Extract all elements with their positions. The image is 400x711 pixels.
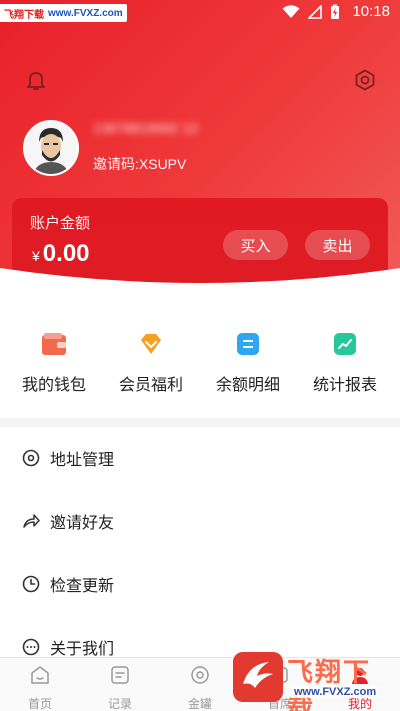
tab-home[interactable]: 首页 bbox=[0, 664, 80, 711]
avatar-image bbox=[25, 122, 77, 174]
watermark-url: www.FVXZ.com bbox=[48, 7, 123, 19]
feature-label: 我的钱包 bbox=[21, 377, 86, 394]
detail-icon bbox=[237, 333, 259, 355]
watermark-brand: 飞翔下载 bbox=[4, 9, 44, 21]
share-icon bbox=[23, 514, 40, 528]
tab-label: 金罐 bbox=[187, 697, 212, 711]
tab-jar[interactable]: 金罐 bbox=[160, 664, 240, 711]
tab-label: 记录 bbox=[107, 697, 132, 711]
battery-icon bbox=[331, 4, 340, 19]
feature-balance-detail[interactable]: 余额明细 bbox=[208, 330, 288, 395]
location-icon bbox=[22, 449, 40, 467]
feature-label: 统计报表 bbox=[312, 377, 377, 394]
feature-label: 余额明细 bbox=[215, 377, 280, 394]
menu-item-label: 检查更新 bbox=[50, 578, 115, 595]
menu-item-invite[interactable]: 邀请好友 bbox=[0, 490, 400, 552]
watermark-top: 飞翔下载 www.FVXZ.com bbox=[0, 4, 127, 22]
feature-report[interactable]: 统计报表 bbox=[305, 330, 385, 395]
menu-list: 地址管理 邀请好友 检查更新 关于我们 bbox=[0, 427, 400, 658]
menu-item-label: 邀请好友 bbox=[50, 515, 115, 532]
watermark-url: www.FVXZ.com bbox=[291, 686, 380, 698]
avatar[interactable] bbox=[23, 120, 79, 176]
signal-icon bbox=[308, 4, 323, 19]
menu-item-address[interactable]: 地址管理 bbox=[0, 427, 400, 489]
diamond-icon bbox=[141, 334, 161, 354]
feature-label: 会员福利 bbox=[118, 377, 183, 394]
tab-record[interactable]: 记录 bbox=[80, 664, 160, 711]
jar-icon bbox=[191, 666, 209, 684]
record-icon bbox=[111, 666, 129, 684]
home-icon bbox=[31, 666, 49, 684]
phone-number: 13878819992 12 bbox=[93, 120, 199, 136]
wifi-icon bbox=[282, 4, 300, 18]
tab-label: 首页 bbox=[27, 697, 52, 711]
menu-item-update[interactable]: 检查更新 bbox=[0, 553, 400, 615]
feature-member[interactable]: 会员福利 bbox=[111, 330, 191, 395]
bell-icon[interactable] bbox=[24, 68, 48, 92]
balance-label: 账户金额 bbox=[30, 215, 91, 232]
wallet-icon bbox=[42, 333, 66, 355]
chat-icon bbox=[22, 638, 40, 656]
watermark-bottom: 飞翔下载 www.FVXZ.com bbox=[233, 650, 393, 711]
status-bar: 飞翔下载 www.FVXZ.com 10:18 bbox=[0, 0, 400, 28]
chart-icon bbox=[334, 333, 356, 355]
clock: 10:18 bbox=[352, 3, 390, 20]
invite-code[interactable]: 邀请码:XSUPV bbox=[93, 154, 186, 174]
clock-icon bbox=[22, 575, 40, 593]
watermark-brand: 飞翔下载 bbox=[287, 657, 372, 711]
settings-icon[interactable] bbox=[353, 68, 377, 92]
watermark-logo bbox=[233, 652, 283, 702]
menu-item-label: 关于我们 bbox=[50, 641, 115, 658]
menu-item-label: 地址管理 bbox=[50, 452, 115, 469]
feature-wallet[interactable]: 我的钱包 bbox=[14, 330, 94, 395]
